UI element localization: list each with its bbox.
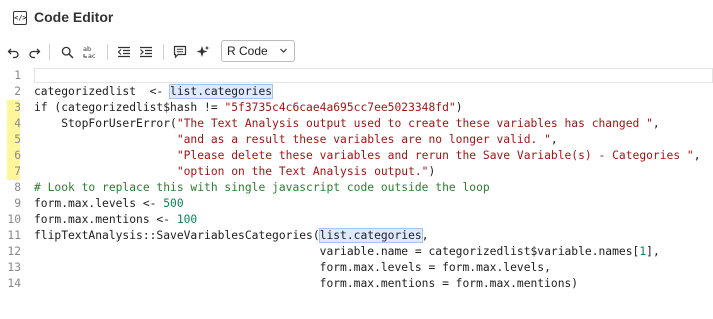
code-token: form.max.levels = form.max.levels, — [34, 261, 551, 274]
code-token: "option on the Text Analysis output." — [176, 165, 429, 178]
line-number: 2 — [14, 85, 21, 98]
code-line[interactable]: if (categorizedlist$hash != "5f3735c4c6c… — [34, 100, 463, 116]
code-token: "The Text Analysis output used to create… — [176, 117, 653, 130]
code-line[interactable]: # Look to replace this with single javas… — [34, 180, 490, 196]
code-token: # Look to replace this with single javas… — [34, 181, 490, 194]
code-line[interactable]: form.max.levels = form.max.levels, — [34, 260, 551, 276]
code-line[interactable]: variable.name = categorizedlist$variable… — [34, 244, 660, 260]
line-number: 9 — [14, 197, 21, 210]
code-token: StopForUserError( — [34, 117, 177, 130]
code-line[interactable]: StopForUserError("The Text Analysis outp… — [34, 116, 660, 132]
svg-text:ac: ac — [88, 52, 96, 59]
line-number: 4 — [14, 117, 21, 130]
chevron-down-icon — [280, 48, 287, 53]
code-token: flipTextAnalysis::SaveVariablesCategorie… — [34, 229, 320, 242]
code-token: form.max.mentions <- — [34, 213, 177, 226]
line-number: 7 — [14, 165, 21, 178]
code-token: "and as a result these variables are no … — [176, 133, 551, 146]
code-token: ) — [428, 165, 436, 178]
code-token: form.max.levels <- — [34, 197, 164, 210]
code-editor-icon: </> — [13, 11, 27, 25]
active-line-indicator — [34, 68, 713, 83]
toolbar: ab ac R Code — [0, 40, 713, 64]
code-line[interactable]: "Please delete these variables and rerun… — [34, 148, 701, 164]
toolbar-divider — [163, 44, 164, 60]
code-token: "Please delete these variables and rerun… — [176, 149, 694, 162]
toolbar-divider — [107, 44, 108, 60]
comment-icon[interactable] — [172, 40, 188, 64]
code-token: if (categorizedlist$hash != — [34, 101, 225, 114]
code-line[interactable]: flipTextAnalysis::SaveVariablesCategorie… — [34, 228, 429, 244]
search-icon[interactable] — [59, 40, 75, 64]
line-number: 14 — [7, 277, 21, 290]
title-bar: </> Code Editor — [0, 0, 713, 36]
code-line[interactable]: form.max.mentions <- 100 — [34, 212, 197, 228]
line-number: 1 — [14, 69, 21, 82]
line-number: 8 — [14, 181, 21, 194]
code-token: , — [652, 117, 660, 130]
language-select-value: R Code — [227, 44, 268, 58]
redo-icon[interactable] — [26, 40, 42, 64]
undo-icon[interactable] — [5, 40, 21, 64]
replace-icon[interactable]: ab ac — [81, 40, 99, 64]
line-number: 12 — [7, 245, 21, 258]
outdent-icon[interactable] — [116, 40, 132, 64]
code-token: 500 — [163, 197, 184, 210]
toolbar-divider — [49, 44, 50, 60]
code-token: form.max.mentions = form.max.mentions) — [34, 277, 579, 290]
code-line[interactable]: form.max.mentions = form.max.mentions) — [34, 276, 578, 292]
ai-sparkle-icon[interactable] — [195, 40, 211, 64]
language-select[interactable]: R Code — [221, 40, 295, 62]
code-line[interactable]: "option on the Text Analysis output.") — [34, 164, 435, 180]
line-number: 10 — [7, 213, 21, 226]
line-number: 6 — [14, 149, 21, 162]
selected-token: list.categories — [169, 84, 274, 99]
code-line[interactable]: form.max.levels <- 500 — [34, 196, 184, 212]
selected-token: list.categories — [318, 228, 423, 243]
page-title: Code Editor — [34, 9, 114, 25]
line-number: 5 — [14, 133, 21, 146]
code-token: variable.name = categorizedlist$variable… — [34, 245, 640, 258]
code-line[interactable]: categorizedlist <- list.categories — [34, 84, 274, 100]
code-editor-area[interactable]: 1 2 categorizedlist <- list.categories 3 if … — [0, 67, 713, 319]
code-token: , — [550, 133, 558, 146]
code-line[interactable]: "and as a result these variables are no … — [34, 132, 558, 148]
code-token: categorizedlist <- — [34, 85, 171, 98]
indent-icon[interactable] — [138, 40, 154, 64]
code-token: ) — [455, 101, 463, 114]
line-number: 13 — [7, 261, 21, 274]
code-token: , — [693, 149, 701, 162]
code-token: , — [421, 229, 429, 242]
line-number: 3 — [14, 101, 21, 114]
code-token: ], — [646, 245, 660, 258]
line-number: 11 — [7, 229, 21, 242]
code-token: 100 — [176, 213, 198, 226]
code-token: "5f3735c4c6cae4a695cc7ee5023348fd" — [224, 101, 456, 114]
